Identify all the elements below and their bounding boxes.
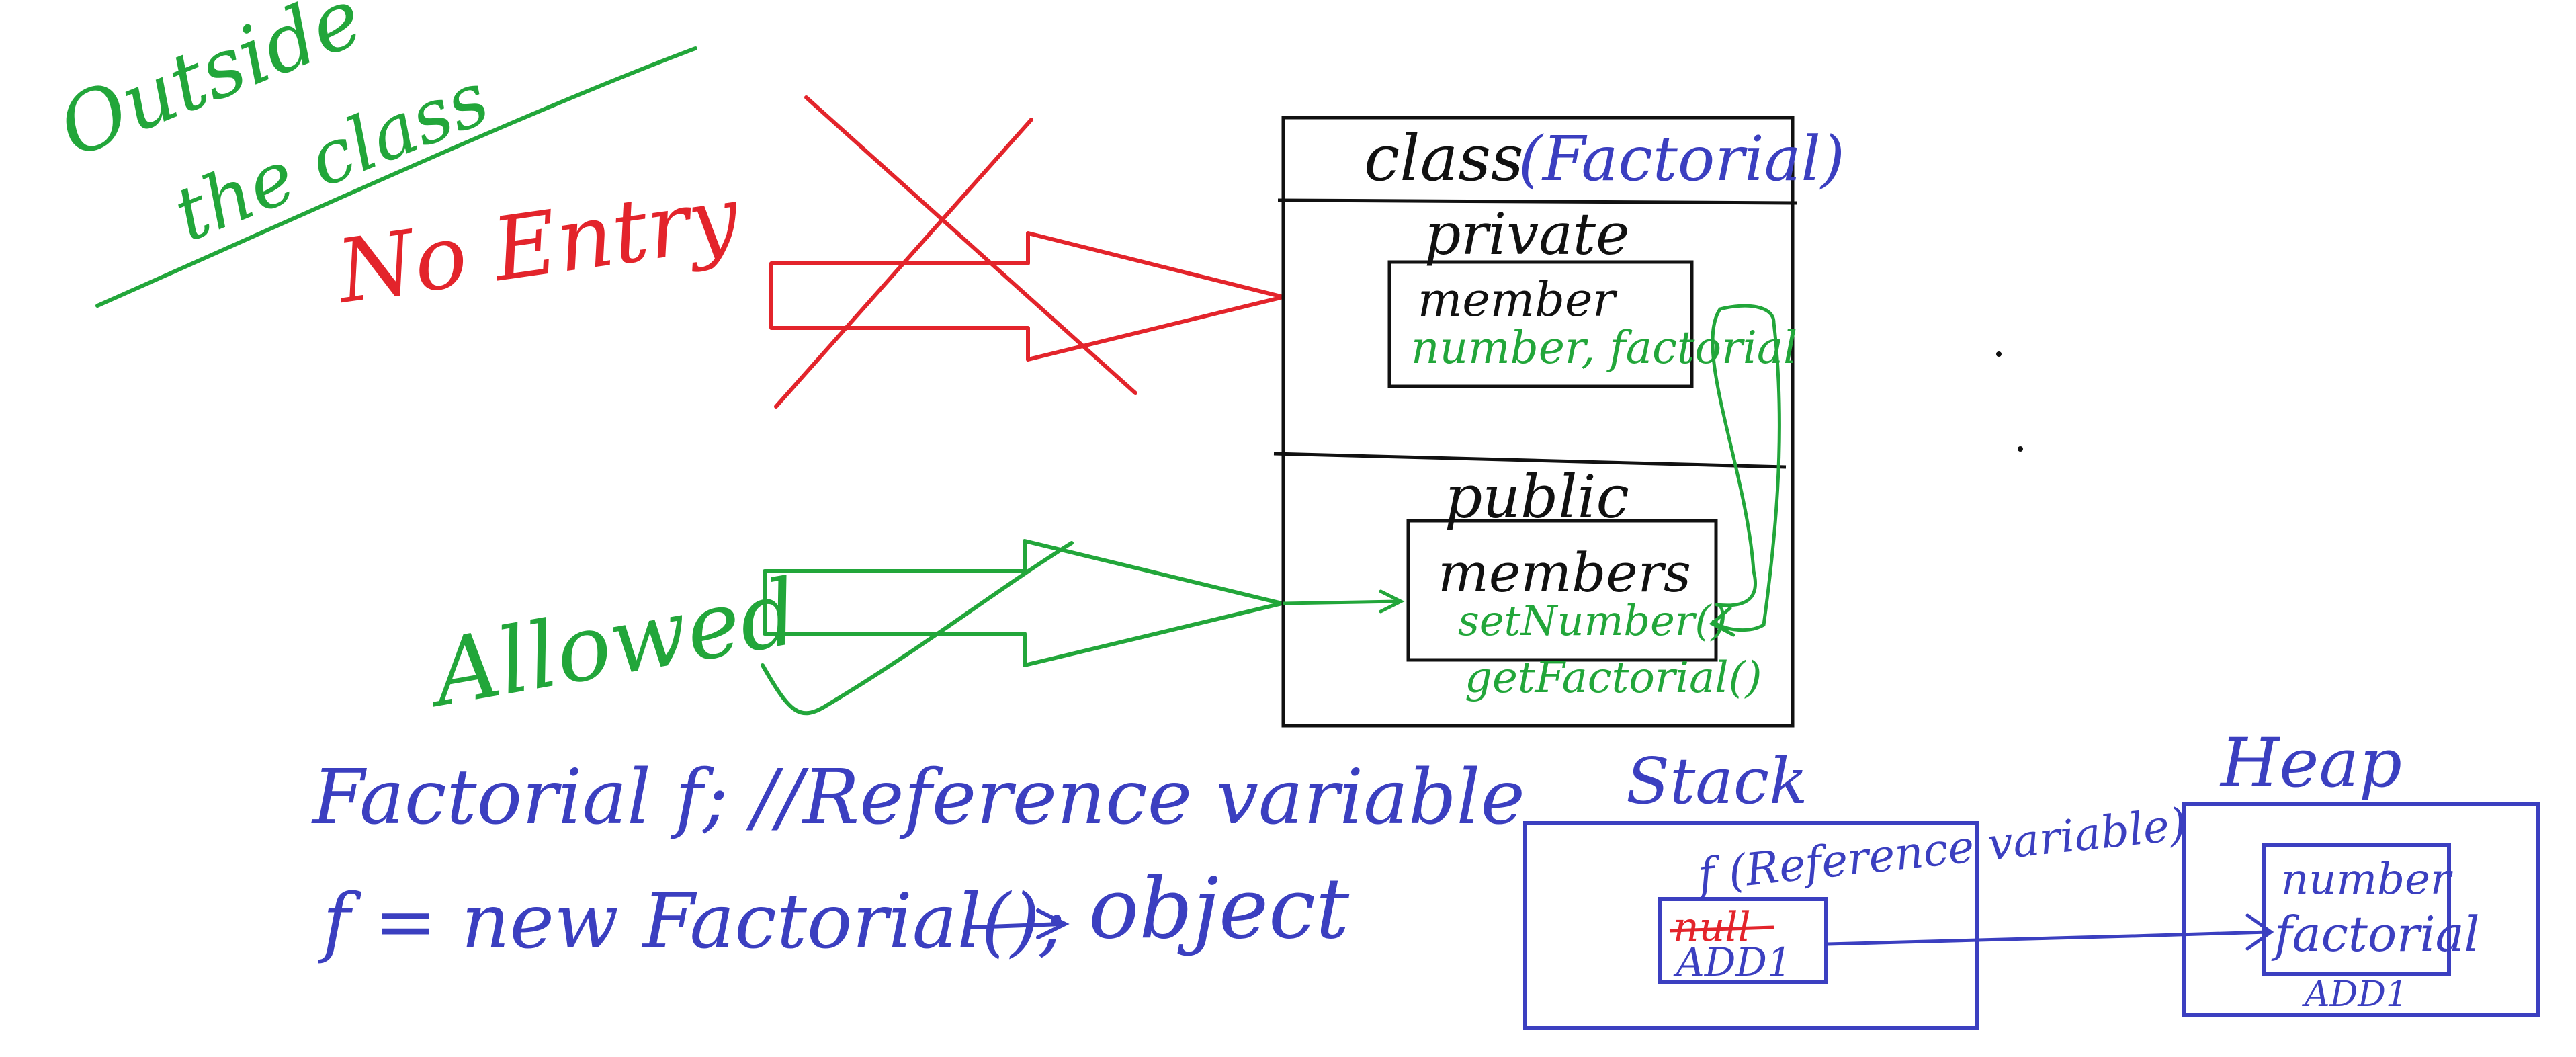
- heap-field-factorial: factorial: [2271, 906, 2480, 962]
- private-members-fields: number, factorial: [1411, 322, 1797, 374]
- class-diagram: class (Factorial) private member number,…: [1273, 116, 1845, 728]
- no-entry-label: No Entry: [329, 165, 746, 323]
- allowed-group: Allowed: [418, 539, 1284, 728]
- public-method-get-factorial: getFactorial(): [1465, 653, 1762, 703]
- code-line-declaration: Factorial f; //Reference variable: [311, 754, 1525, 841]
- class-keyword: class: [1364, 122, 1524, 196]
- stray-dot: [1996, 351, 2002, 357]
- heap-diagram: Heap number factorial ADD1: [2182, 724, 2540, 1017]
- heap-title: Heap: [2219, 724, 2402, 802]
- heap-address: ADD1: [2302, 974, 2408, 1015]
- stack-diagram: Stack f (Reference variable) null ADD1: [1523, 745, 2189, 1030]
- stray-dot: [2018, 446, 2023, 452]
- no-entry-cross-icon: [774, 95, 1137, 409]
- public-method-set-number: setNumber(): [1458, 596, 1727, 645]
- class-name: (Factorial): [1518, 123, 1845, 195]
- public-members-label: members: [1438, 542, 1691, 604]
- stack-address: ADD1: [1673, 939, 1792, 985]
- code-notes: Factorial f; //Reference variable f = ne…: [311, 754, 1525, 966]
- whiteboard: Outside the class No Entry Allowed class…: [0, 0, 2576, 1054]
- heap-field-number: number: [2281, 855, 2453, 904]
- object-label: object: [1088, 860, 1350, 958]
- code-line-instantiation: f = new Factorial();: [318, 878, 1066, 966]
- whiteboard-drawing: Outside the class No Entry Allowed class…: [46, 0, 2540, 1030]
- allowed-label: Allowed: [418, 559, 806, 728]
- private-label: private: [1424, 202, 1629, 268]
- private-members-label: member: [1418, 272, 1617, 327]
- allowed-entry-line: [1283, 599, 1398, 605]
- allowed-arrow: [763, 539, 1284, 667]
- stack-title: Stack: [1626, 745, 1808, 818]
- reference-arrow: [1826, 930, 2270, 946]
